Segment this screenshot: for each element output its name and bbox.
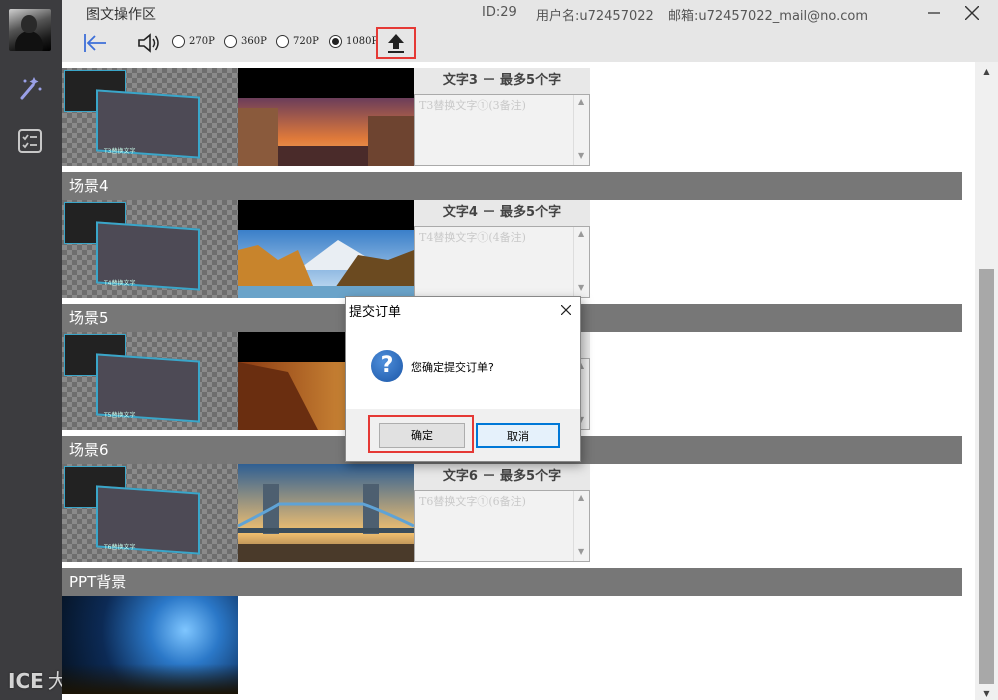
- textarea-scrollbar[interactable]: ▲ ▼: [573, 95, 589, 165]
- scene4-textarea[interactable]: T4替换文字①(4备注) ▲ ▼: [414, 226, 590, 298]
- dialog-close-button[interactable]: [556, 300, 576, 320]
- magic-wand-icon[interactable]: [16, 74, 44, 102]
- speaker-icon[interactable]: [137, 31, 159, 55]
- scene4-placeholder: T4替换文字①(4备注): [419, 231, 526, 244]
- scroll-thumb[interactable]: [979, 269, 994, 684]
- textarea-scrollbar[interactable]: ▲ ▼: [573, 491, 589, 561]
- title-bar: 图文操作区 ID:29 用户名:u72457022 邮箱:u72457022_m…: [62, 0, 998, 26]
- scene6-textarea[interactable]: T6替换文字①(6备注) ▲ ▼: [414, 490, 590, 562]
- thumb-label: T6替换文字: [104, 544, 136, 551]
- scene6-label: 文字6 － 最多5个字: [414, 464, 590, 490]
- dialog-body: ? 您确定提交订单?: [346, 323, 580, 409]
- checklist-icon[interactable]: [16, 127, 44, 155]
- scene4-template-thumb: T4替换文字: [62, 200, 238, 298]
- collapse-left-icon[interactable]: [82, 32, 108, 54]
- scene3-text-column: 文字3 － 最多5个字 T3替换文字①(3备注) ▲ ▼: [414, 68, 590, 166]
- resolution-label: 360P: [241, 36, 267, 47]
- resolution-label: 1080P: [346, 36, 379, 47]
- dialog-message: 您确定提交订单?: [411, 361, 494, 374]
- scroll-down-arrow[interactable]: ▼: [980, 688, 993, 698]
- textarea-scrollbar[interactable]: ▲ ▼: [573, 227, 589, 297]
- confirm-dialog: 提交订单 ? 您确定提交订单? 确定 取消: [345, 296, 581, 462]
- scene6-photo: [238, 464, 414, 562]
- resolution-label: 720P: [293, 36, 319, 47]
- thumb-label: T5替换文字: [104, 412, 136, 419]
- upload-button[interactable]: [376, 27, 416, 59]
- scene3-template-thumb: T3替换文字: [62, 68, 238, 166]
- close-icon: [561, 305, 571, 315]
- thumb-label: T3替换文字: [104, 148, 136, 155]
- resolution-270p[interactable]: 270P: [172, 35, 215, 48]
- scene4-text-column: 文字4 － 最多5个字 T4替换文字①(4备注) ▲ ▼: [414, 200, 590, 298]
- scene5-template-thumb: T5替换文字: [62, 332, 238, 430]
- scene6-template-thumb: T6替换文字: [62, 464, 238, 562]
- toolbar: 270P 360P 720P 1080P: [62, 26, 998, 62]
- scene3-photo: [238, 68, 414, 166]
- scene4-header: 场景4: [62, 172, 962, 200]
- minimize-icon: [928, 12, 940, 14]
- close-icon: [965, 6, 979, 20]
- scene3-label: 文字3 － 最多5个字: [414, 68, 590, 94]
- avatar[interactable]: [9, 9, 51, 51]
- username: 用户名:u72457022: [536, 9, 654, 24]
- main-scrollbar[interactable]: ▲ ▼: [975, 62, 998, 700]
- question-icon: ?: [371, 350, 403, 382]
- ppt-header: PPT背景: [62, 568, 962, 596]
- app-window: ICE大数据境 图文操作区 ID:29 用户名:u72457022 邮箱:u72…: [0, 0, 998, 700]
- minimize-button[interactable]: [916, 0, 952, 26]
- dialog-titlebar: 提交订单: [346, 297, 580, 323]
- window-title: 图文操作区: [86, 7, 156, 23]
- watermark-logo: ICE: [8, 669, 44, 693]
- dialog-title: 提交订单: [349, 305, 402, 320]
- radio-1080p[interactable]: [329, 35, 342, 48]
- radio-720p[interactable]: [276, 35, 289, 48]
- resolution-label: 270P: [189, 36, 215, 47]
- ok-button[interactable]: 确定: [379, 423, 465, 448]
- close-button[interactable]: [954, 0, 990, 26]
- email: 邮箱:u72457022_mail@no.com: [668, 9, 869, 24]
- thumb-label: T4替换文字: [104, 280, 136, 287]
- ppt-background-image[interactable]: [62, 596, 238, 694]
- resolution-360p[interactable]: 360P: [224, 35, 267, 48]
- scene4-label: 文字4 － 最多5个字: [414, 200, 590, 226]
- resolution-720p[interactable]: 720P: [276, 35, 319, 48]
- resolution-1080p[interactable]: 1080P: [329, 35, 378, 48]
- left-rail: ICE大数据境: [0, 0, 128, 700]
- user-id: ID:29: [482, 5, 517, 20]
- radio-270p[interactable]: [172, 35, 185, 48]
- cancel-button[interactable]: 取消: [476, 423, 560, 448]
- radio-360p[interactable]: [224, 35, 237, 48]
- scene3-textarea[interactable]: T3替换文字①(3备注) ▲ ▼: [414, 94, 590, 166]
- scene4-photo: [238, 200, 414, 298]
- scene6-placeholder: T6替换文字①(6备注): [419, 495, 526, 508]
- scene3-placeholder: T3替换文字①(3备注): [419, 99, 526, 112]
- scene6-text-column: 文字6 － 最多5个字 T6替换文字①(6备注) ▲ ▼: [414, 464, 590, 562]
- scroll-up-arrow[interactable]: ▲: [980, 66, 993, 76]
- upload-icon: [388, 34, 404, 53]
